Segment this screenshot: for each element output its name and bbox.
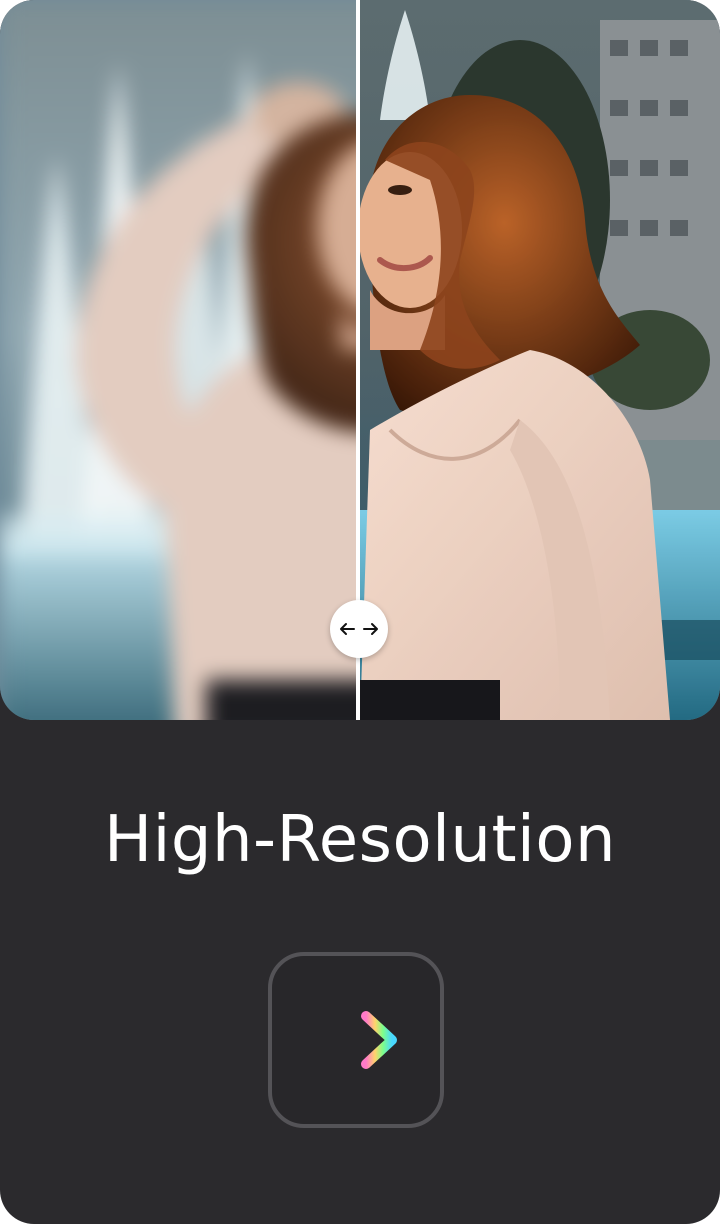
feature-card: High-Resolution	[0, 0, 720, 1224]
portrait-photo-before	[0, 0, 360, 720]
next-button[interactable]	[268, 952, 444, 1128]
before-image-blurred	[0, 0, 360, 720]
right-arrow-icon	[311, 1011, 397, 1069]
left-right-arrow-icon	[340, 623, 378, 635]
feature-title: High-Resolution	[103, 803, 617, 877]
comparison-slider-handle[interactable]	[330, 600, 388, 658]
after-image-sharp	[360, 0, 720, 720]
before-after-comparison[interactable]	[0, 0, 720, 720]
portrait-photo-after	[360, 0, 720, 720]
